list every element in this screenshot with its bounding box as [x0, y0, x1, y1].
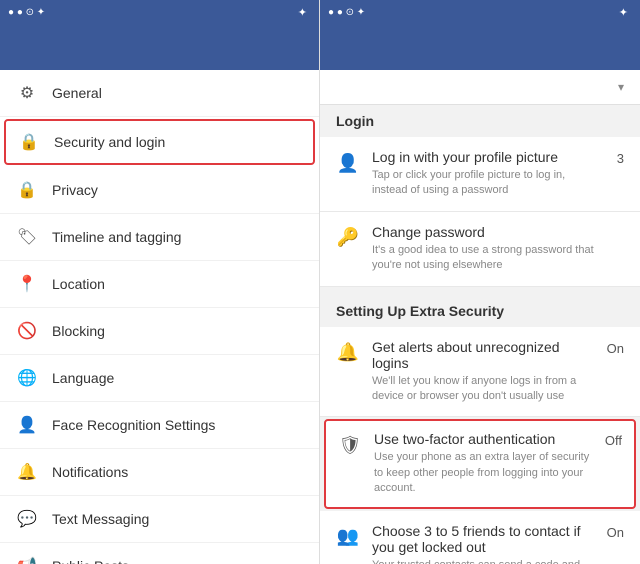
right-item-unrecognized-logins[interactable]: 🔔 Get alerts about unrecognized loginsWe'…: [320, 327, 640, 418]
trusted-contacts-desc: Your trusted contacts can send a code an…: [372, 558, 592, 564]
two-factor-text: Use two-factor authentication Use your ph…: [374, 431, 590, 496]
posts-icon: 📢: [16, 555, 38, 564]
status-icons-right-right: ✦: [619, 6, 632, 19]
status-icons-right: ✦: [298, 6, 311, 19]
general-icon: ⚙: [16, 82, 38, 104]
unrecognized-logins-title: Get alerts about unrecognized logins: [372, 339, 592, 371]
sidebar-label-security: Security and login: [54, 134, 165, 150]
sidebar-label-location: Location: [52, 276, 105, 292]
unrecognized-logins-icon: 🔔: [336, 341, 360, 365]
sidebar-item-language[interactable]: 🌐 Language: [0, 355, 319, 402]
two-factor-status: Off: [602, 433, 622, 448]
sidebar-item-notifications[interactable]: 🔔 Notifications: [0, 449, 319, 496]
right-item-two-factor[interactable]: 🛡 Use two-factor authentication Use your p…: [324, 419, 636, 508]
section-divider-login: [320, 287, 640, 295]
left-panel: ● ● ⊙ ✦ ✦ ⚙ General 🔒 Security and login 🔒 Pr…: [0, 0, 320, 564]
change-password-title: Change password: [372, 224, 624, 240]
right-item-trusted-contacts[interactable]: 👥 Choose 3 to 5 friends to contact if you…: [320, 511, 640, 564]
sidebar-item-location[interactable]: 📍 Location: [0, 261, 319, 308]
status-icons-right-left: ● ● ⊙ ✦: [328, 7, 365, 18]
two-factor-title: Use two-factor authentication: [374, 431, 590, 447]
right-header: [320, 24, 640, 70]
unrecognized-logins-status: On: [604, 341, 624, 356]
sidebar-label-face: Face Recognition Settings: [52, 417, 215, 433]
notification-icons: ● ● ⊙ ✦: [8, 7, 45, 18]
profile-login-text: Log in with your profile picture Tap or c…: [372, 149, 592, 199]
bluetooth-icon: ✦: [298, 6, 307, 19]
timeline-icon: 🏷: [16, 226, 38, 248]
sidebar-label-general: General: [52, 85, 102, 101]
notifications-icon: 🔔: [16, 461, 38, 483]
sidebar-item-face[interactable]: 👤 Face Recognition Settings: [0, 402, 319, 449]
left-header: [0, 24, 319, 70]
text-icon: 💬: [16, 508, 38, 530]
profile-login-title: Log in with your profile picture: [372, 149, 592, 165]
profile-login-status: 3: [604, 151, 624, 166]
profile-login-desc: Tap or click your profile picture to log…: [372, 168, 592, 199]
unrecognized-logins-text: Get alerts about unrecognized loginsWe'l…: [372, 339, 592, 405]
sidebar-label-posts: Public Posts: [52, 558, 129, 564]
see-more-bar[interactable]: ▾: [320, 70, 640, 105]
sidebar-label-privacy: Privacy: [52, 182, 98, 198]
language-icon: 🌐: [16, 367, 38, 389]
blocking-icon: 🚫: [16, 320, 38, 342]
sidebar-item-general[interactable]: ⚙ General: [0, 70, 319, 117]
sidebar-label-notifications: Notifications: [52, 464, 128, 480]
sidebar-item-text[interactable]: 💬 Text Messaging: [0, 496, 319, 543]
chevron-down-icon: ▾: [618, 80, 624, 94]
right-item-change-password[interactable]: 🔑 Change password It's a good idea to use …: [320, 212, 640, 287]
security-icon: 🔒: [18, 131, 40, 153]
change-password-desc: It's a good idea to use a strong passwor…: [372, 243, 624, 274]
status-bar-left: ● ● ⊙ ✦ ✦: [0, 0, 319, 24]
sidebar-label-language: Language: [52, 370, 114, 386]
privacy-icon: 🔒: [16, 179, 38, 201]
unrecognized-logins-desc: We'll let you know if anyone logs in fro…: [372, 374, 592, 405]
sidebar-item-security[interactable]: 🔒 Security and login: [4, 119, 315, 165]
trusted-contacts-icon: 👥: [336, 525, 360, 549]
sidebar-label-blocking: Blocking: [52, 323, 105, 339]
right-content: Login 👤 Log in with your profile picture Ta…: [320, 105, 640, 564]
notification-icons-right: ● ● ⊙ ✦: [328, 7, 365, 18]
menu-list: ⚙ General 🔒 Security and login 🔒 Privacy 🏷 Time…: [0, 70, 319, 564]
section-header-login: Login: [320, 105, 640, 137]
location-icon: 📍: [16, 273, 38, 295]
status-bar-right: ● ● ⊙ ✦ ✦: [320, 0, 640, 24]
sidebar-label-timeline: Timeline and tagging: [52, 229, 181, 245]
two-factor-icon: 🛡: [338, 433, 362, 457]
two-factor-desc: Use your phone as an extra layer of secu…: [374, 450, 590, 496]
sidebar-item-privacy[interactable]: 🔒 Privacy: [0, 167, 319, 214]
trusted-contacts-title: Choose 3 to 5 friends to contact if you …: [372, 523, 592, 555]
section-header-extra-security: Setting Up Extra Security: [320, 295, 640, 327]
sidebar-item-blocking[interactable]: 🚫 Blocking: [0, 308, 319, 355]
right-panel: ● ● ⊙ ✦ ✦ ▾ Login 👤 Log in with your profi…: [320, 0, 640, 564]
profile-login-icon: 👤: [336, 151, 360, 175]
change-password-icon: 🔑: [336, 226, 360, 250]
sidebar-item-posts[interactable]: 📢 Public Posts: [0, 543, 319, 564]
status-icons-left: ● ● ⊙ ✦: [8, 7, 45, 18]
bluetooth-icon-right: ✦: [619, 6, 628, 19]
sidebar-item-timeline[interactable]: 🏷 Timeline and tagging: [0, 214, 319, 261]
trusted-contacts-text: Choose 3 to 5 friends to contact if you …: [372, 523, 592, 564]
sidebar-label-text: Text Messaging: [52, 511, 149, 527]
change-password-text: Change password It's a good idea to use a…: [372, 224, 624, 274]
right-item-profile-login[interactable]: 👤 Log in with your profile picture Tap or …: [320, 137, 640, 212]
face-icon: 👤: [16, 414, 38, 436]
trusted-contacts-status: On: [604, 525, 624, 540]
